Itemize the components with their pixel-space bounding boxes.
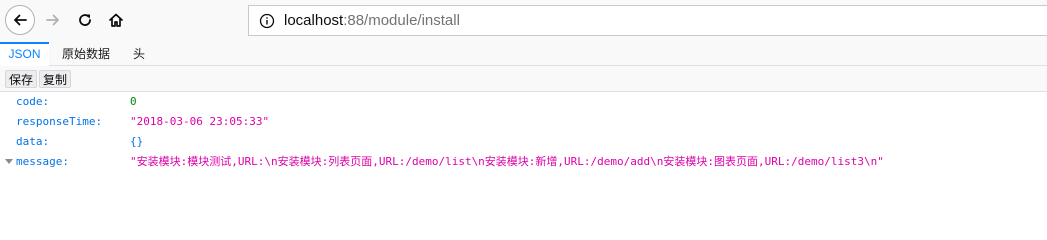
url-text[interactable]: localhost:88/module/install bbox=[284, 12, 460, 29]
copy-button[interactable]: 复制 bbox=[39, 70, 72, 88]
reload-icon bbox=[79, 14, 91, 26]
viewer-tabs: JSON 原始数据 头 bbox=[0, 42, 1047, 66]
url-path: :88/module/install bbox=[343, 12, 460, 29]
save-button[interactable]: 保存 bbox=[5, 70, 38, 88]
forward-button[interactable] bbox=[38, 5, 68, 35]
expand-toggle-icon[interactable] bbox=[5, 159, 13, 164]
json-row[interactable]: code: 0 bbox=[0, 92, 1047, 112]
home-button[interactable] bbox=[101, 5, 131, 35]
json-key: data: bbox=[16, 135, 50, 148]
info-icon[interactable] bbox=[259, 13, 275, 29]
tab-json[interactable]: JSON bbox=[0, 42, 49, 66]
json-key: code: bbox=[16, 95, 50, 108]
json-key: responseTime: bbox=[16, 115, 103, 128]
action-toolbar: 保存 复制 bbox=[0, 66, 1047, 92]
tab-raw-data[interactable]: 原始数据 bbox=[62, 42, 110, 65]
tab-headers[interactable]: 头 bbox=[133, 42, 145, 65]
forward-arrow-icon bbox=[46, 14, 59, 26]
url-host: localhost bbox=[284, 12, 344, 29]
json-row[interactable]: data: {} bbox=[0, 132, 1047, 152]
json-value: "安装模块:模块测试,URL:\n安装模块:列表页面,URL:/demo/lis… bbox=[130, 155, 884, 168]
home-icon bbox=[109, 13, 123, 27]
back-button[interactable] bbox=[5, 5, 35, 35]
json-key: message: bbox=[16, 155, 69, 168]
json-tree: code: 0 responseTime: "2018-03-06 23:05:… bbox=[0, 92, 1047, 172]
back-arrow-icon bbox=[14, 14, 27, 26]
json-row[interactable]: message: "安装模块:模块测试,URL:\n安装模块:列表页面,URL:… bbox=[0, 152, 1047, 172]
json-value: {} bbox=[130, 135, 144, 148]
json-value: "2018-03-06 23:05:33" bbox=[130, 115, 270, 128]
browser-toolbar: localhost:88/module/install bbox=[0, 0, 1047, 42]
url-bar[interactable]: localhost:88/module/install bbox=[248, 5, 1047, 36]
json-row[interactable]: responseTime: "2018-03-06 23:05:33" bbox=[0, 112, 1047, 132]
reload-button[interactable] bbox=[70, 5, 100, 35]
json-value: 0 bbox=[130, 95, 137, 108]
